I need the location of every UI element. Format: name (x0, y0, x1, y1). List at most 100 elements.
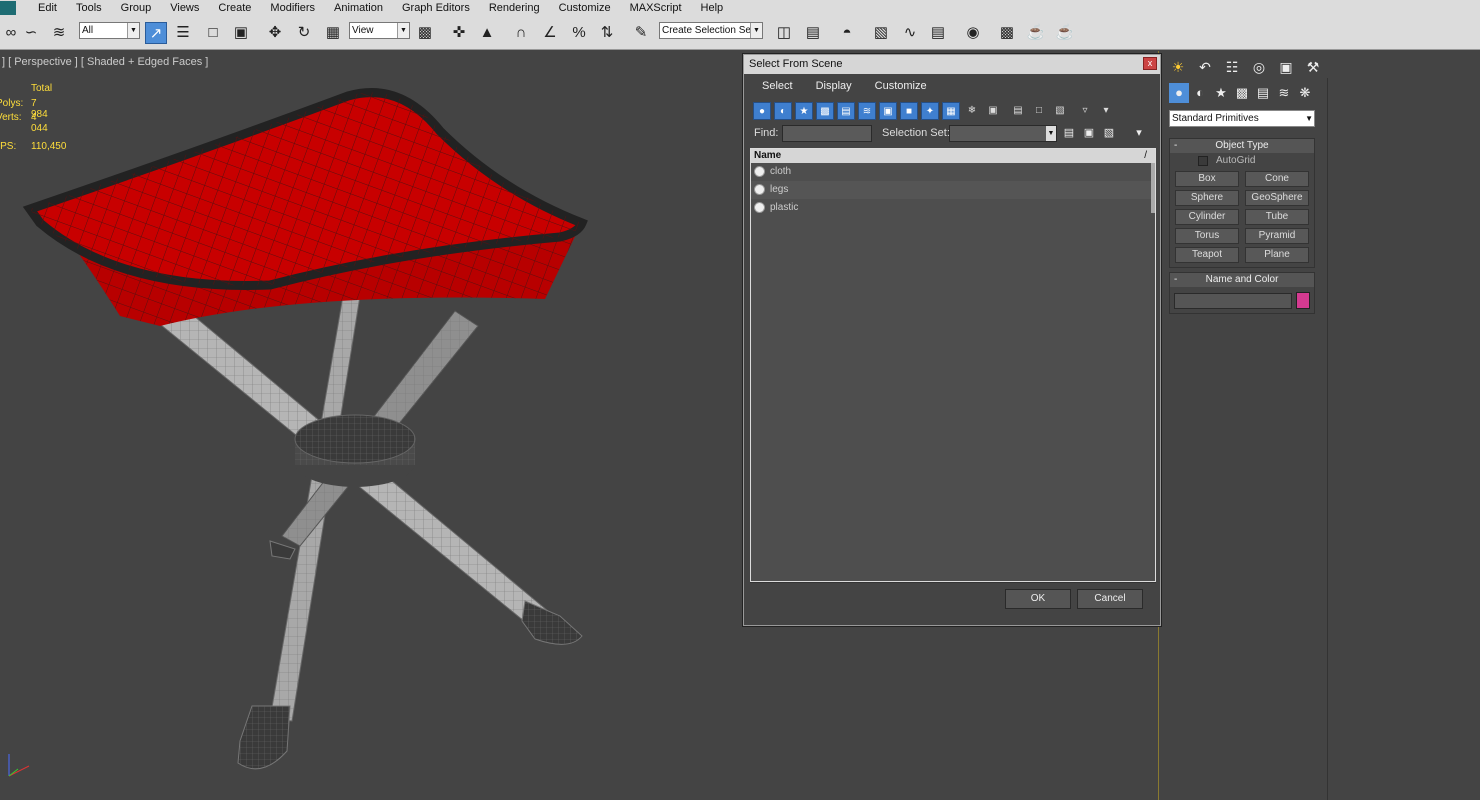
create-tab-icon[interactable]: ☀ (1165, 56, 1191, 78)
list-header-name[interactable]: Name / (751, 149, 1155, 163)
move-icon[interactable]: ✥ (264, 22, 286, 44)
pivot-center-icon[interactable]: ▩ (414, 22, 436, 44)
menu-customize[interactable]: Customize (551, 2, 622, 14)
display-xrefs-icon[interactable]: ■ (900, 102, 918, 120)
geosphere-button[interactable]: GeoSphere (1245, 190, 1309, 206)
box-button[interactable]: Box (1175, 171, 1239, 187)
snaps-toggle-icon[interactable]: ∩ (510, 22, 532, 44)
cylinder-button[interactable]: Cylinder (1175, 209, 1239, 225)
scene-object-list[interactable]: Name / cloth legs plastic (750, 148, 1156, 582)
autogrid-checkbox[interactable] (1198, 156, 1208, 166)
systems-icon[interactable]: ❋ (1295, 83, 1315, 103)
dialog-menu-display[interactable]: Display (816, 80, 852, 92)
list-item[interactable]: plastic (751, 199, 1155, 217)
render-setup-icon[interactable]: ▩ (996, 22, 1018, 44)
display-groups-icon[interactable]: ▣ (879, 102, 897, 120)
autogrid-checkbox-row[interactable]: AutoGrid (1170, 153, 1314, 169)
reference-coordinate-dropdown[interactable]: View ▼ (349, 22, 410, 39)
select-invert-icon[interactable]: ▧ (1051, 102, 1069, 120)
find-input[interactable] (782, 125, 872, 142)
add-to-selection-set-icon[interactable]: ▣ (1081, 125, 1097, 142)
align-icon[interactable]: ▤ (802, 22, 824, 44)
keyboard-shortcut-override-icon[interactable]: ▲ (476, 22, 498, 44)
ok-button[interactable]: OK (1005, 589, 1071, 609)
display-hidden-icon[interactable]: ▣ (984, 102, 1002, 120)
menu-views[interactable]: Views (162, 2, 210, 14)
unlink-icon[interactable]: ∽ (20, 22, 42, 44)
close-icon[interactable]: x (1143, 57, 1157, 70)
shapes-icon[interactable]: ◐ (1190, 83, 1210, 103)
cameras-icon[interactable]: ▩ (1232, 83, 1252, 103)
menu-group[interactable]: Group (113, 2, 163, 14)
toolbar-options-icon[interactable]: ▾ (1131, 125, 1147, 142)
select-none-icon[interactable]: □ (1030, 102, 1048, 120)
select-object-icon[interactable]: ↗ (145, 22, 167, 44)
schematic-view-icon[interactable]: ▤ (927, 22, 949, 44)
selection-filter-dropdown[interactable]: All ▼ (79, 22, 140, 39)
tube-button[interactable]: Tube (1245, 209, 1309, 225)
menu-create[interactable]: Create (210, 2, 262, 14)
graphite-tools-icon[interactable]: ▧ (870, 22, 892, 44)
display-lights-icon[interactable]: ★ (795, 102, 813, 120)
object-color-swatch[interactable] (1296, 292, 1310, 309)
menu-rendering[interactable]: Rendering (481, 2, 551, 14)
hierarchy-tab-icon[interactable]: ☷ (1219, 56, 1245, 78)
filter-icon[interactable]: ▿ (1076, 102, 1094, 120)
link-icon[interactable]: ∞ (0, 22, 22, 44)
display-shapes-icon[interactable]: ◐ (774, 102, 792, 120)
material-editor-icon[interactable]: ◉ (962, 22, 984, 44)
rotate-icon[interactable]: ↻ (293, 22, 315, 44)
edit-named-selection-icon[interactable]: ✎ (630, 22, 652, 44)
cancel-button[interactable]: Cancel (1077, 589, 1143, 609)
rendered-frame-window-icon[interactable]: ☕ (1025, 22, 1047, 44)
menu-maxscript[interactable]: MAXScript (622, 2, 693, 14)
filter-options-icon[interactable]: ▾ (1097, 102, 1115, 120)
primitive-type-dropdown[interactable]: Standard Primitives ▼ (1169, 110, 1315, 127)
display-geometry-icon[interactable]: ● (753, 102, 771, 120)
name-and-color-rollout-header[interactable]: - Name and Color (1170, 273, 1314, 287)
utilities-tab-icon[interactable]: ⚒ (1300, 56, 1326, 78)
angle-snap-icon[interactable]: ∠ (539, 22, 561, 44)
create-selection-set-icon[interactable]: ▤ (1061, 125, 1077, 142)
lights-icon[interactable]: ★ (1211, 83, 1231, 103)
menu-help[interactable]: Help (693, 2, 735, 14)
select-all-icon[interactable]: ▤ (1009, 102, 1027, 120)
render-production-icon[interactable]: ☕ (1054, 22, 1076, 44)
layer-manager-icon[interactable]: ◓ (836, 22, 858, 44)
teapot-button[interactable]: Teapot (1175, 247, 1239, 263)
display-tab-icon[interactable]: ▣ (1273, 56, 1299, 78)
mirror-icon[interactable]: ◫ (773, 22, 795, 44)
object-type-rollout-header[interactable]: - Object Type (1170, 139, 1314, 153)
cone-button[interactable]: Cone (1245, 171, 1309, 187)
app-logo-icon[interactable] (0, 1, 16, 15)
torus-button[interactable]: Torus (1175, 228, 1239, 244)
rectangular-selection-icon[interactable]: □ (202, 22, 224, 44)
select-by-name-icon[interactable]: ☰ (172, 22, 194, 44)
modify-tab-icon[interactable]: ↶ (1192, 56, 1218, 78)
motion-tab-icon[interactable]: ◎ (1246, 56, 1272, 78)
viewport-label[interactable]: ] [ Perspective ] [ Shaded + Edged Faces… (2, 56, 208, 68)
geometry-icon[interactable]: ● (1169, 83, 1189, 103)
list-item[interactable]: legs (751, 181, 1155, 199)
named-selection-sets-dropdown[interactable]: Create Selection Se ▼ (659, 22, 763, 39)
display-helpers-icon[interactable]: ▤ (837, 102, 855, 120)
menu-animation[interactable]: Animation (326, 2, 394, 14)
menu-edit[interactable]: Edit (30, 2, 68, 14)
bind-space-warp-icon[interactable]: ≋ (48, 22, 70, 44)
display-containers-icon[interactable]: ▦ (942, 102, 960, 120)
object-name-field[interactable] (1174, 293, 1292, 309)
pyramid-button[interactable]: Pyramid (1245, 228, 1309, 244)
sphere-button[interactable]: Sphere (1175, 190, 1239, 206)
display-frozen-icon[interactable]: ❄ (963, 102, 981, 120)
dialog-menu-select[interactable]: Select (762, 80, 793, 92)
menu-graph-editors[interactable]: Graph Editors (394, 2, 481, 14)
window-crossing-icon[interactable]: ▣ (230, 22, 252, 44)
percent-snap-icon[interactable]: % (568, 22, 590, 44)
dialog-menu-customize[interactable]: Customize (875, 80, 927, 92)
list-item[interactable]: cloth (751, 163, 1155, 181)
display-bones-icon[interactable]: ✦ (921, 102, 939, 120)
plane-button[interactable]: Plane (1245, 247, 1309, 263)
helpers-icon[interactable]: ▤ (1253, 83, 1273, 103)
space-warps-icon[interactable]: ≋ (1274, 83, 1294, 103)
curve-editor-icon[interactable]: ∿ (899, 22, 921, 44)
